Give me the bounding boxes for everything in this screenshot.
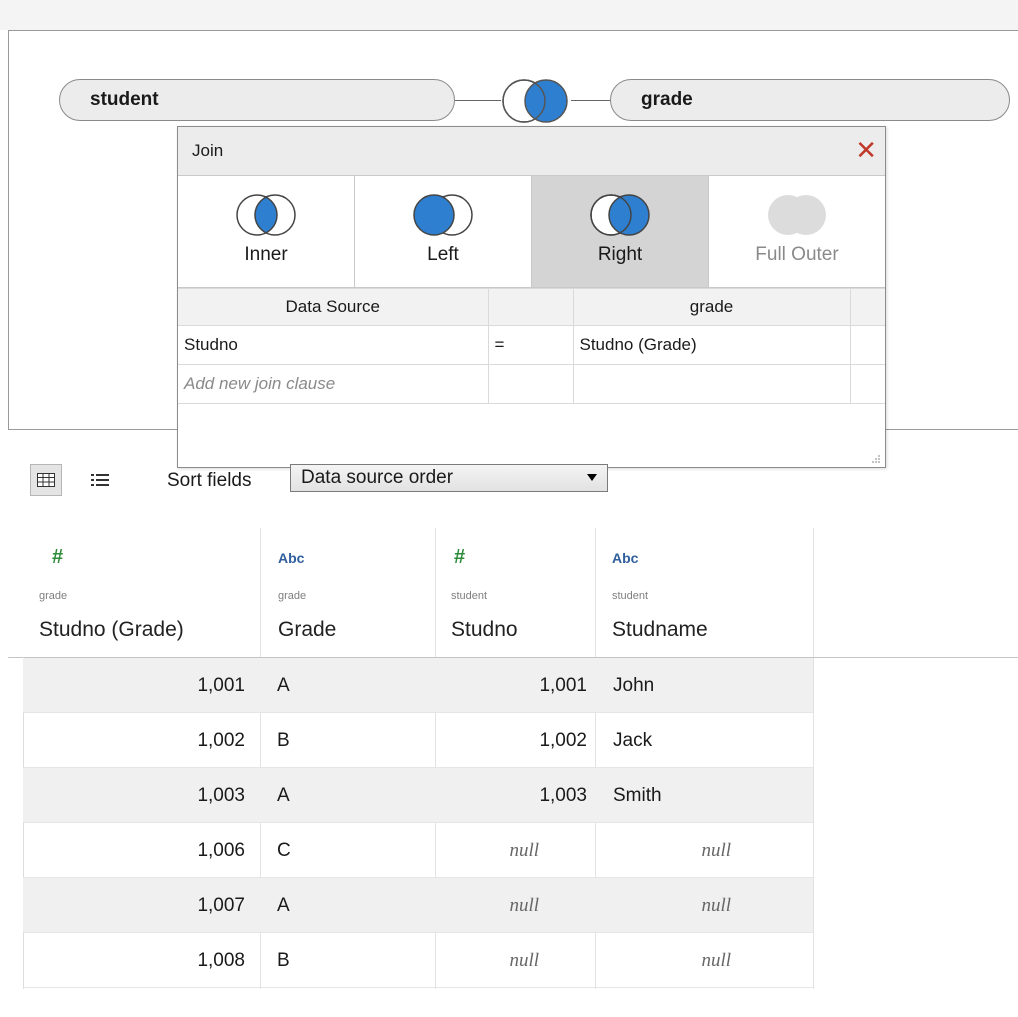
list-view-button[interactable] (84, 464, 116, 496)
table-cell: A (277, 895, 290, 916)
number-type-icon[interactable]: # (52, 546, 63, 569)
join-type-inner-label: Inner (244, 244, 288, 265)
column-source: grade (278, 590, 307, 602)
right-join-venn-icon[interactable] (499, 76, 573, 126)
sort-fields-label: Sort fields (167, 470, 252, 491)
dropdown-arrow-icon (587, 474, 597, 481)
list-view-icon (91, 474, 109, 486)
clause-header-operator (487, 288, 574, 326)
join-dialog: Join ✕ Inner Left Right Full Outer Data … (177, 126, 886, 468)
add-join-clause[interactable]: Add new join clause (178, 364, 489, 404)
join-link-line-left (455, 100, 501, 101)
table-cell: null (509, 950, 539, 971)
join-clause-row[interactable]: Studno = Studno (Grade) (178, 325, 885, 365)
right-table-pill[interactable]: grade (610, 79, 1010, 121)
join-type-inner[interactable]: Inner (178, 176, 355, 287)
sort-fields-dropdown[interactable]: Data source order (290, 464, 608, 492)
join-clause-header-row: Data Source grade (178, 288, 885, 326)
table-cell: 1,002 (197, 730, 245, 751)
column-header-grade[interactable]: Abc grade Grade (260, 528, 435, 657)
column-source: grade (39, 590, 68, 602)
table-cell: Smith (613, 785, 662, 806)
clause-header-spacer (849, 288, 885, 326)
join-type-full-outer[interactable]: Full Outer (709, 176, 885, 287)
clause-header-grade: grade (572, 288, 851, 326)
join-type-full-outer-label: Full Outer (755, 244, 839, 265)
left-join-icon (413, 194, 473, 236)
join-dialog-header: Join ✕ (178, 127, 885, 176)
add-clause-spacer (849, 364, 885, 404)
string-type-icon[interactable]: Abc (278, 550, 304, 566)
table-cell: null (509, 895, 539, 916)
table-cell: A (277, 785, 290, 806)
add-join-clause-row[interactable]: Add new join clause (178, 364, 885, 404)
table-cell: 1,008 (197, 950, 245, 971)
column-header-studname[interactable]: Abc student Studname (595, 528, 813, 657)
table-cell: 1,002 (539, 730, 587, 751)
top-strip (0, 0, 1018, 30)
clause-header-data-source: Data Source (178, 288, 489, 326)
table-cell: A (277, 675, 290, 696)
column-separator (813, 528, 814, 989)
table-cell: null (701, 840, 731, 861)
table-row: 1,002 B 1,002 Jack (23, 713, 813, 768)
table-row: 1,008 Bnull null (23, 933, 813, 988)
table-cell: 1,001 (197, 675, 245, 696)
join-link-line-right (571, 100, 611, 101)
grid-view-icon (37, 473, 55, 487)
resize-grip-icon[interactable] (871, 454, 881, 464)
table-cell: 1,007 (197, 895, 245, 916)
clause-row-spacer (849, 325, 885, 365)
clause-left-field[interactable]: Studno (178, 325, 489, 365)
left-table-name: student (90, 89, 159, 110)
column-header-studno[interactable]: # student Studno (435, 528, 595, 657)
right-table-name: grade (641, 89, 693, 110)
right-join-icon (590, 194, 650, 236)
inner-join-icon (236, 194, 296, 236)
table-row: 1,006 Cnull null (23, 823, 813, 878)
table-cell: B (277, 950, 290, 971)
table-row: 1,001 A 1,001 John (23, 658, 813, 713)
table-cell: 1,003 (197, 785, 245, 806)
table-row: 1,007 Anull null (23, 878, 813, 933)
string-type-icon[interactable]: Abc (612, 550, 638, 566)
clause-right-field[interactable]: Studno (Grade) (572, 325, 851, 365)
table-cell: 1,001 (539, 675, 587, 696)
table-cell: null (701, 950, 731, 971)
number-type-icon[interactable]: # (454, 546, 465, 569)
column-name: Studno (Grade) (39, 618, 184, 641)
column-source: student (451, 590, 488, 602)
column-name: Studno (451, 618, 518, 641)
join-clause-table: Data Source grade Studno = Studno (Grade… (178, 288, 885, 404)
join-dialog-title: Join (192, 141, 224, 160)
table-row: 1,003 A 1,003 Smith (23, 768, 813, 823)
join-type-left-label: Left (427, 244, 459, 265)
join-type-selector: Inner Left Right Full Outer (178, 176, 885, 288)
table-cell: null (509, 840, 539, 861)
left-table-pill[interactable]: student (59, 79, 455, 121)
table-cell: C (277, 840, 291, 861)
sort-fields-value: Data source order (301, 467, 454, 488)
column-name: Studname (612, 618, 708, 641)
add-clause-operator-cell (487, 364, 574, 404)
data-grid: # grade Studno (Grade) Abc grade Grade #… (8, 528, 1018, 1017)
table-cell: B (277, 730, 290, 751)
table-cell: Jack (613, 730, 653, 751)
join-type-left[interactable]: Left (355, 176, 532, 287)
full-outer-join-icon (768, 195, 826, 235)
column-name: Grade (278, 618, 337, 641)
join-type-right[interactable]: Right (532, 176, 709, 287)
clause-operator[interactable]: = (487, 325, 574, 365)
add-clause-right-cell (572, 364, 851, 404)
grid-view-button[interactable] (30, 464, 62, 496)
close-icon[interactable]: ✕ (855, 127, 877, 175)
join-type-right-label: Right (597, 244, 643, 265)
column-header-studno-grade[interactable]: # grade Studno (Grade) (8, 528, 260, 657)
column-source: student (612, 590, 649, 602)
table-cell: John (613, 675, 655, 696)
table-cell: 1,003 (539, 785, 587, 806)
table-cell: null (701, 895, 731, 916)
table-cell: 1,006 (197, 840, 245, 861)
